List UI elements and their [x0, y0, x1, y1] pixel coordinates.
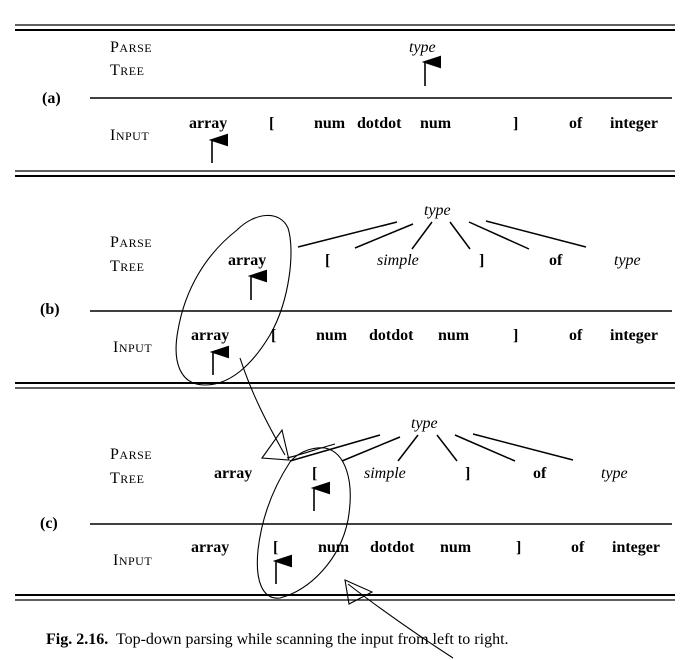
input-token-a-1: [ — [269, 115, 275, 132]
tree-child-c-4: of — [533, 465, 547, 482]
input-token-a-2: num — [314, 115, 346, 132]
input-token-c-2: num — [318, 539, 350, 556]
edge-c-simple — [397, 434, 419, 462]
input-token-c-3: dotdot — [370, 539, 415, 556]
edge-c-rbracket — [436, 434, 458, 462]
arrowhead-annotation-1 — [260, 428, 290, 461]
tree-child-c-3: ] — [465, 465, 471, 482]
caption-text: Top-down parsing while scanning the inpu… — [115, 631, 509, 648]
input-token-b-7: integer — [610, 327, 658, 344]
edge-b-type — [485, 220, 587, 248]
tree-edges-c — [289, 433, 574, 462]
tree-root-b: type — [424, 202, 451, 219]
input-token-c-0: array — [191, 539, 230, 556]
input-token-a-3: dotdot — [357, 115, 402, 132]
row-label-parse-c: PARSE — [110, 447, 152, 463]
input-token-b-2: num — [316, 327, 348, 344]
row-label-tree-a: TREE — [110, 63, 144, 79]
input-token-a-0: array — [189, 115, 228, 132]
tree-child-b-4: of — [549, 252, 563, 269]
tree-child-c-5: type — [601, 465, 628, 482]
connector-line-b-to-c — [239, 357, 286, 456]
input-label: INPUT — [110, 127, 150, 144]
input-token-b-0: array — [191, 327, 230, 344]
row-label-input-c: INPUT — [113, 553, 152, 569]
tree-label: TREE — [110, 470, 145, 487]
input-token-c-4: num — [440, 539, 472, 556]
input-token-a-4: num — [420, 115, 452, 132]
input-token-c-7: integer — [612, 539, 660, 556]
parse-label: PARSE — [110, 446, 153, 463]
figure-caption: Fig. 2.16. Top-down parsing while scanni… — [46, 632, 509, 648]
tree-child-c-2: simple — [364, 465, 406, 482]
edge-b-simple — [411, 221, 433, 250]
tree-child-c-1: [ — [312, 465, 318, 482]
ellipse-annotation-c — [256, 447, 351, 599]
row-label-input-a: INPUT — [110, 128, 149, 144]
input-token-c-5: ] — [516, 539, 522, 556]
input-token-c-1: [ — [273, 539, 279, 556]
tree-label: TREE — [110, 258, 145, 275]
row-label-parse-a: PARSE — [110, 40, 152, 56]
edge-b-rbracket — [449, 221, 471, 250]
caption-number: Fig. 2.16. — [46, 631, 109, 648]
edge-b-of — [468, 221, 530, 250]
panel-label-a: (a) — [42, 90, 61, 107]
input-token-a-7: integer — [610, 115, 658, 132]
row-label-parse-b: PARSE — [110, 235, 152, 251]
input-label: INPUT — [113, 552, 153, 569]
input-token-b-5: ] — [513, 327, 519, 344]
input-token-a-6: of — [569, 115, 583, 132]
tree-child-b-5: type — [614, 252, 641, 269]
hand-annotations — [175, 214, 454, 659]
edge-c-array — [289, 434, 381, 462]
input-token-b-3: dotdot — [369, 327, 414, 344]
connector-line-c — [286, 443, 336, 459]
tree-root-a: type — [409, 39, 436, 56]
tree-label: TREE — [110, 62, 145, 79]
input-token-b-1: [ — [271, 327, 277, 344]
tree-child-c-0: array — [214, 465, 253, 482]
tree-child-b-3: ] — [479, 252, 485, 269]
tree-child-b-0: array — [228, 252, 267, 269]
edge-c-of — [454, 434, 516, 462]
input-token-a-5: ] — [513, 115, 519, 132]
parse-label: PARSE — [110, 234, 153, 251]
panel-label-c: (c) — [40, 515, 58, 532]
input-token-b-6: of — [569, 327, 583, 344]
input-token-b-4: num — [438, 327, 470, 344]
edge-b-array — [297, 221, 398, 248]
edge-b-lbracket — [354, 223, 414, 249]
row-label-tree-b: TREE — [110, 259, 144, 275]
tree-root-c: type — [411, 415, 438, 432]
input-label: INPUT — [113, 339, 153, 356]
edge-c-lbracket — [341, 436, 401, 462]
row-label-tree-c: TREE — [110, 471, 144, 487]
tree-child-b-1: [ — [325, 252, 331, 269]
tree-edges-b — [297, 220, 587, 250]
row-label-input-b: INPUT — [113, 340, 152, 356]
panel-label-b: (b) — [40, 301, 60, 318]
edge-c-type — [472, 433, 574, 461]
tree-child-b-2: simple — [377, 252, 419, 269]
parse-label: PARSE — [110, 39, 153, 56]
ellipse-annotation-b — [175, 214, 292, 386]
input-token-c-6: of — [571, 539, 585, 556]
